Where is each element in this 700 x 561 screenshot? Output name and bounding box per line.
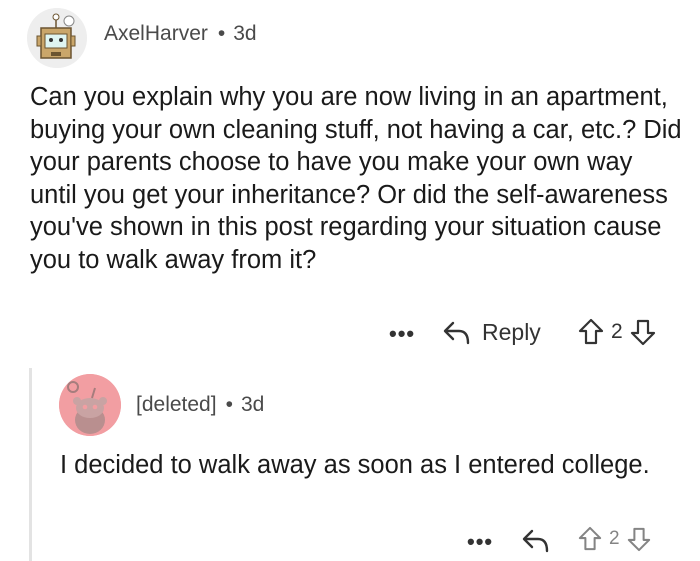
comment-age: 3d	[233, 22, 257, 45]
more-options-icon[interactable]: •••	[389, 323, 415, 345]
deleted-user-avatar	[59, 374, 121, 436]
user-avatar[interactable]	[27, 8, 87, 68]
reply-meta: [deleted] • 3d	[136, 393, 264, 417]
comment-action-bar: ••• Reply 2	[0, 316, 700, 350]
reply-label: Reply	[482, 319, 541, 345]
upvote-arrow-icon[interactable]	[578, 318, 604, 346]
deleted-username: [deleted]	[136, 393, 217, 416]
reply-arrow-icon[interactable]	[521, 528, 551, 554]
reply-age: 3d	[240, 393, 265, 416]
downvote-arrow-icon[interactable]	[627, 526, 651, 552]
reply-body: I decided to walk away as soon as I ente…	[60, 451, 650, 479]
vote-count: 2	[609, 528, 620, 549]
meta-separator: •	[217, 22, 226, 45]
username-link[interactable]: AxelHarver	[104, 22, 208, 45]
reply-arrow-icon	[443, 321, 470, 344]
snoo-avatar-icon	[59, 374, 121, 436]
comment-meta: AxelHarver • 3d	[104, 22, 257, 46]
more-options-icon[interactable]: •••	[467, 531, 493, 553]
downvote-arrow-icon[interactable]	[630, 318, 656, 346]
robot-avatar-icon	[27, 8, 87, 68]
upvote-arrow-icon[interactable]	[578, 526, 602, 552]
vote-control: 2	[578, 526, 651, 552]
reply-button[interactable]: Reply	[442, 319, 541, 346]
vote-control: 2	[578, 318, 656, 346]
meta-separator: •	[225, 393, 233, 416]
vote-count: 2	[611, 320, 623, 343]
comment-body: Can you explain why you are now living i…	[30, 83, 682, 274]
reply-action-bar: ••• 2	[0, 526, 700, 556]
